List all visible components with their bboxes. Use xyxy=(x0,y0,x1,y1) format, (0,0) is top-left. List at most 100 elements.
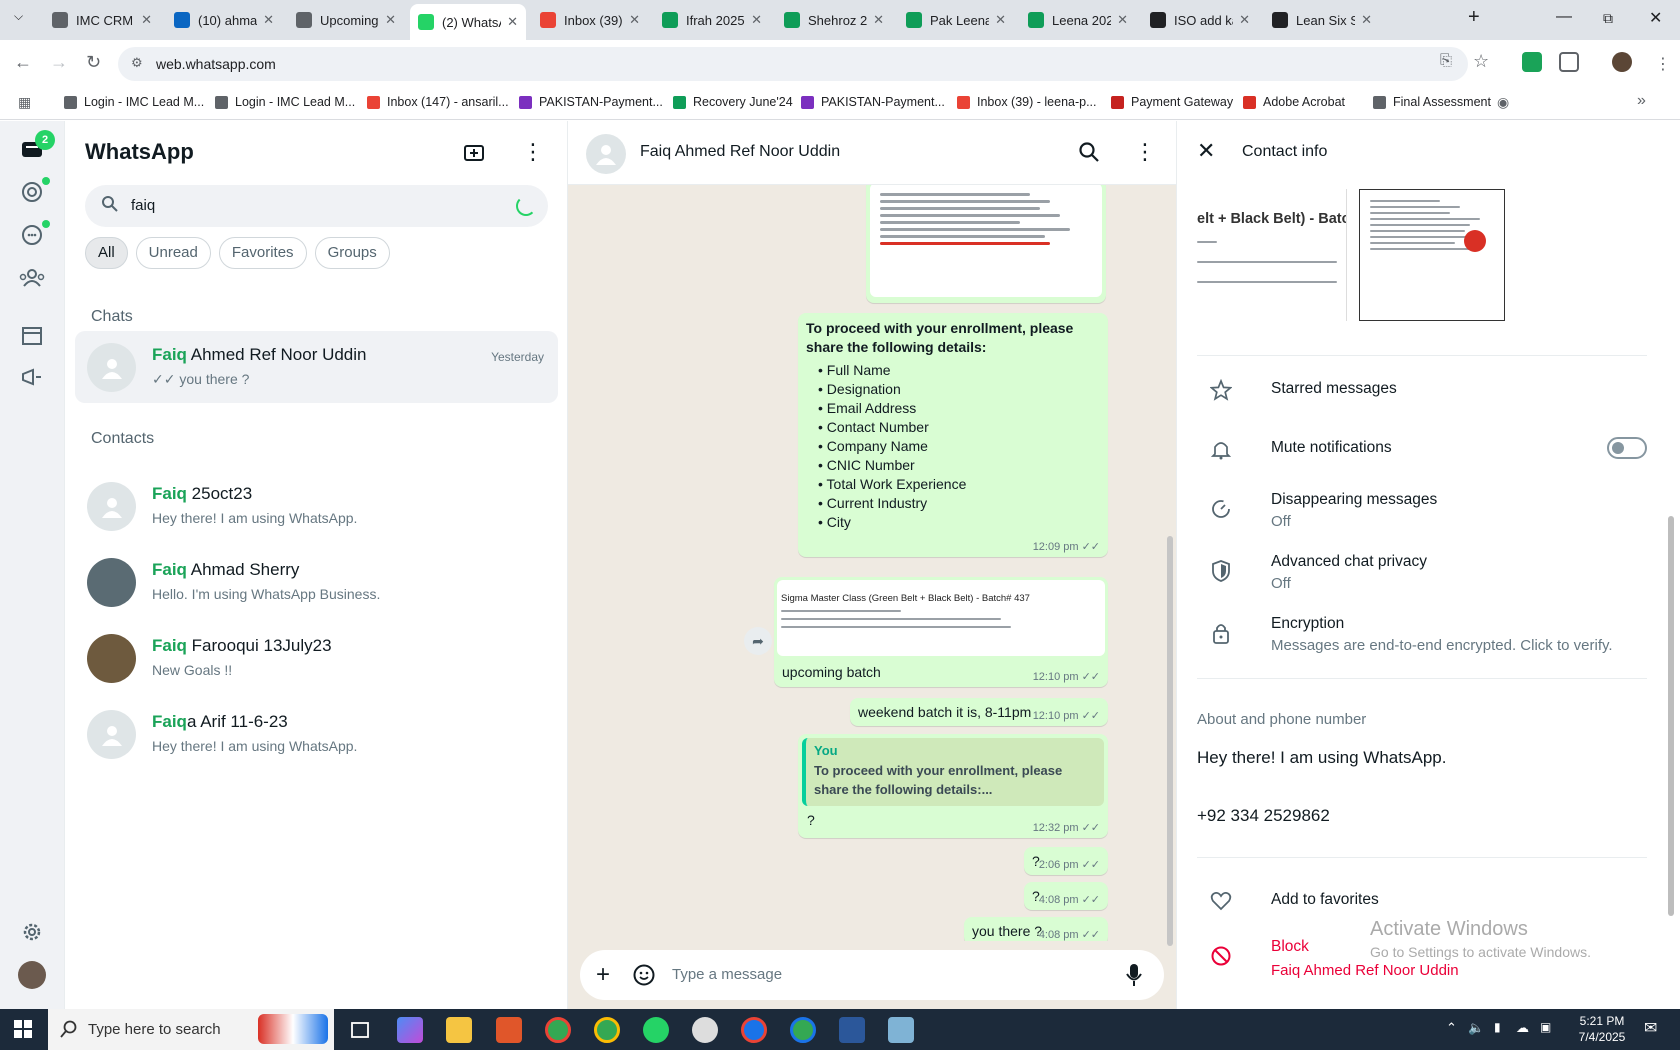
close-tab-icon[interactable]: ✕ xyxy=(1117,12,1128,28)
bookmark-item[interactable]: Inbox (39) - leena-p... xyxy=(957,95,1097,109)
copilot-icon[interactable] xyxy=(397,1017,423,1043)
browser-tab[interactable]: (2) WhatsApp ✕ xyxy=(410,4,526,40)
tab-search-icon[interactable]: ⌵ xyxy=(14,9,23,24)
chrome-icon[interactable] xyxy=(741,1017,767,1043)
install-app-icon[interactable]: ⎘ xyxy=(1440,52,1452,69)
conversation-header[interactable]: Faiq Ahmed Ref Noor Uddin ⋮ xyxy=(568,121,1176,185)
close-tab-icon[interactable]: ✕ xyxy=(995,12,1006,28)
reload-icon[interactable]: ↻ xyxy=(86,52,101,73)
conversation-scrollbar[interactable] xyxy=(1167,536,1173,946)
notepad-icon[interactable] xyxy=(888,1017,914,1043)
close-tab-icon[interactable]: ✕ xyxy=(263,12,274,28)
back-icon[interactable]: ← xyxy=(14,52,32,73)
browser-tab[interactable]: (10) ahmad ✕ xyxy=(166,6,282,34)
browser-tab[interactable]: Pak Leena ✕ xyxy=(898,6,1014,34)
system-clock[interactable]: 5:21 PM 7/4/2025 xyxy=(1567,1013,1637,1045)
contact-avatar[interactable] xyxy=(586,134,626,174)
browser-tab[interactable]: ISO add ka ✕ xyxy=(1142,6,1258,34)
file-explorer-icon[interactable] xyxy=(446,1017,472,1043)
bookmark-item[interactable]: Login - IMC Lead M... xyxy=(215,95,355,109)
media-thumbnail-1[interactable]: elt + Black Belt) - Batch xyxy=(1197,189,1347,321)
close-tab-icon[interactable]: ✕ xyxy=(1361,12,1372,28)
communities-nav-icon[interactable] xyxy=(18,264,46,292)
forward-icon[interactable]: → xyxy=(50,52,68,73)
chrome-icon[interactable] xyxy=(594,1017,620,1043)
chrome-icon[interactable] xyxy=(790,1017,816,1043)
last-message[interactable]: you there ? 4:08 pm ✓✓ xyxy=(964,917,1108,941)
question-message-1[interactable]: ? 2:06 pm ✓✓ xyxy=(1024,847,1108,875)
filter-chip-favorites[interactable]: Favorites xyxy=(218,237,307,269)
question-message-2[interactable]: ? 4:08 pm ✓✓ xyxy=(1024,882,1108,910)
app-icon[interactable] xyxy=(496,1017,522,1043)
reply-message[interactable]: You To proceed with your enrollment, ple… xyxy=(798,734,1108,838)
site-settings-icon[interactable]: ⚙ xyxy=(131,55,143,71)
bookmark-item[interactable]: Inbox (147) - ansaril... xyxy=(367,95,509,109)
message-list[interactable]: 12:09 pm ✓✓ To proceed with your enrollme… xyxy=(568,185,1176,941)
contact-row[interactable]: Faiq Ahmad Sherry Hello. I'm using WhatsA… xyxy=(75,546,558,618)
filter-chip-unread[interactable]: Unread xyxy=(135,237,211,269)
profile-avatar[interactable] xyxy=(1612,52,1632,72)
extensions-puzzle-icon[interactable] xyxy=(1559,52,1579,72)
encryption-row[interactable]: Encryption Messages are end-to-end encry… xyxy=(1197,611,1647,659)
new-tab-button[interactable]: + xyxy=(1468,6,1480,29)
browser-tab[interactable]: Leena 2025 ✕ xyxy=(1020,6,1136,34)
quoted-message[interactable]: You To proceed with your enrollment, ple… xyxy=(802,738,1104,806)
settings-icon[interactable] xyxy=(18,918,46,946)
taskbar-search-input[interactable]: Type here to search xyxy=(48,1009,334,1050)
browser-tab[interactable]: Upcoming ✕ xyxy=(288,6,404,34)
apps-grid-icon[interactable]: ▦ xyxy=(18,94,31,111)
contact-row[interactable]: Faiq 25oct23 Hey there! I am using WhatsA… xyxy=(75,470,558,542)
message-input[interactable]: Type a message xyxy=(672,966,782,983)
network-icon[interactable]: ▣ xyxy=(1540,1020,1551,1034)
weather-icon[interactable]: ☁ xyxy=(1516,1020,1529,1036)
restore-icon[interactable]: ⧉ xyxy=(1603,10,1613,27)
emoji-sticker-icon[interactable] xyxy=(632,963,656,990)
bookmark-item[interactable]: Payment Gateway xyxy=(1111,95,1233,109)
conversation-menu-icon[interactable]: ⋮ xyxy=(1134,139,1156,165)
clock-app-icon[interactable] xyxy=(692,1017,718,1043)
browser-tab[interactable]: Lean Six Si ✕ xyxy=(1264,6,1380,34)
bookmark-item[interactable]: Final Assessment xyxy=(1373,95,1491,109)
info-scrollbar[interactable] xyxy=(1668,516,1674,916)
contact-row[interactable]: Faiqa Arif 11-6-23 Hey there! I am using … xyxy=(75,698,558,770)
bookmarks-more-icon[interactable]: » xyxy=(1637,92,1646,110)
close-tab-icon[interactable]: ✕ xyxy=(629,12,640,28)
search-messages-icon[interactable] xyxy=(1078,141,1100,166)
advanced-privacy-row[interactable]: Advanced chat privacy Off xyxy=(1197,549,1647,597)
notifications-icon[interactable]: ✉ xyxy=(1644,1018,1657,1038)
bookmark-star-icon[interactable]: ☆ xyxy=(1473,51,1489,72)
close-tab-icon[interactable]: ✕ xyxy=(507,14,518,30)
close-tab-icon[interactable]: ✕ xyxy=(385,12,396,28)
browser-tab[interactable]: Shehroz 20 ✕ xyxy=(776,6,892,34)
course-poster-image[interactable] xyxy=(870,185,1102,297)
batch-image-message[interactable]: Sigma Master Class (Green Belt + Black B… xyxy=(774,577,1108,687)
battery-icon[interactable]: ▮ xyxy=(1494,1020,1501,1034)
bookmark-item[interactable]: Adobe Acrobat xyxy=(1243,95,1345,109)
contact-row[interactable]: Faiq Farooqui 13July23 New Goals !! xyxy=(75,622,558,694)
windows-start-icon[interactable] xyxy=(14,1020,32,1041)
minimize-icon[interactable]: — xyxy=(1556,8,1572,26)
weekend-message[interactable]: weekend batch it is, 8-11pm 12:10 pm ✓✓ xyxy=(850,698,1108,726)
filter-chip-groups[interactable]: Groups xyxy=(314,237,390,269)
word-icon[interactable] xyxy=(839,1017,865,1043)
business-tools-icon[interactable] xyxy=(18,321,46,349)
bookmark-item[interactable]: PAKISTAN-Payment... xyxy=(519,95,663,109)
forward-icon[interactable]: ➦ xyxy=(744,627,772,655)
profile-photo[interactable] xyxy=(18,961,46,989)
enrollment-message[interactable]: To proceed with your enrollment, please … xyxy=(798,313,1108,557)
browser-tab[interactable]: Ifrah 2025 ✕ xyxy=(654,6,770,34)
volume-muted-icon[interactable]: 🔈 xyxy=(1468,1020,1484,1036)
chat-row[interactable]: Faiq Ahmed Ref Noor Uddin ✓✓ you there ? Y… xyxy=(75,331,558,403)
close-tab-icon[interactable]: ✕ xyxy=(751,12,762,28)
close-info-icon[interactable]: ✕ xyxy=(1197,138,1215,164)
new-chat-icon[interactable] xyxy=(463,143,485,166)
browser-tab[interactable]: IMC CRM ✕ xyxy=(44,6,160,34)
media-thumbnail-2[interactable] xyxy=(1359,189,1505,321)
disappearing-messages-row[interactable]: Disappearing messages Off xyxy=(1197,487,1647,535)
close-tab-icon[interactable]: ✕ xyxy=(141,12,152,28)
mute-notifications-row[interactable]: Mute notifications xyxy=(1197,435,1647,465)
microphone-icon[interactable] xyxy=(1126,963,1142,990)
close-tab-icon[interactable]: ✕ xyxy=(873,12,884,28)
attach-plus-icon[interactable]: + xyxy=(596,961,610,989)
menu-icon[interactable]: ⋮ xyxy=(522,139,544,165)
